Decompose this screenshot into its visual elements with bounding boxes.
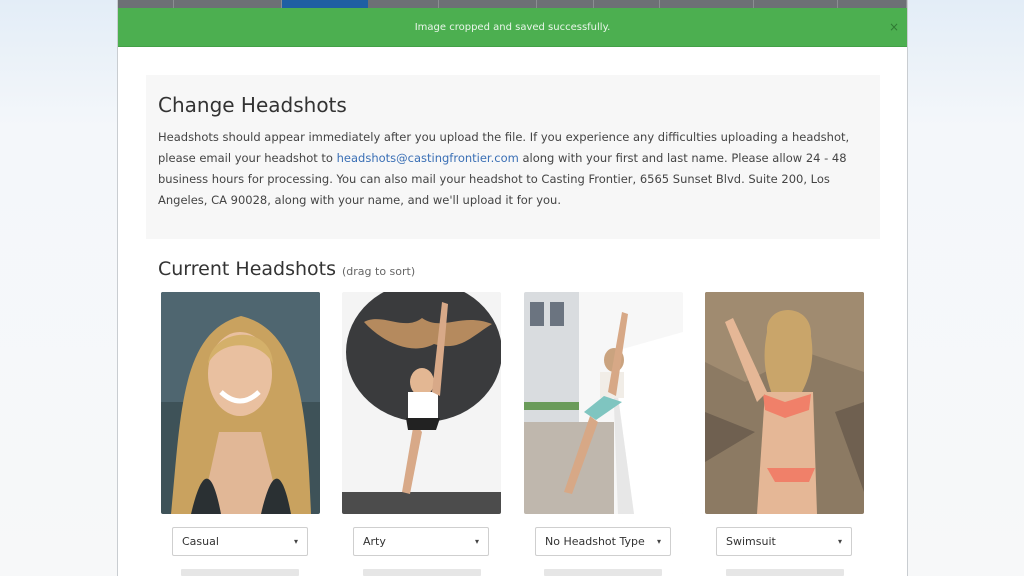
select-value: Arty <box>363 535 386 548</box>
nav-tab-8[interactable] <box>660 0 754 8</box>
nav-tab-2[interactable] <box>174 0 282 8</box>
headshot-action-buttons-2[interactable] <box>363 569 481 576</box>
headshot-card-2[interactable] <box>342 292 501 514</box>
headshot-type-select-4[interactable]: Swimsuit ▾ <box>716 527 852 556</box>
headshot-type-select-3[interactable]: No Headshot Type ▾ <box>535 527 671 556</box>
headshot-action-buttons-1[interactable] <box>181 569 299 576</box>
headshot-photo[interactable] <box>524 292 683 514</box>
headshot-card-4[interactable] <box>705 292 864 514</box>
chevron-down-icon: ▾ <box>837 537 842 546</box>
chevron-down-icon: ▾ <box>293 537 298 546</box>
chevron-down-icon: ▾ <box>656 537 661 546</box>
select-value: Casual <box>182 535 219 548</box>
select-value: Swimsuit <box>726 535 776 548</box>
nav-tab-6[interactable] <box>537 0 594 8</box>
close-icon[interactable]: × <box>889 20 899 34</box>
headshot-photo[interactable] <box>161 292 320 514</box>
app-window: Image cropped and saved successfully. × … <box>117 0 908 576</box>
headshot-type-select-1[interactable]: Casual ▾ <box>172 527 308 556</box>
headshot-card-3[interactable] <box>524 292 683 514</box>
nav-tab-1[interactable] <box>118 0 174 8</box>
nav-tab-7[interactable] <box>594 0 660 8</box>
headshot-action-buttons-3[interactable] <box>544 569 662 576</box>
chevron-down-icon: ▾ <box>474 537 479 546</box>
nav-tab-10[interactable] <box>838 0 907 8</box>
success-alert: Image cropped and saved successfully. × <box>118 8 907 47</box>
nav-tab-headshots[interactable] <box>282 0 368 8</box>
section-title: Current Headshots <box>158 258 336 280</box>
top-nav <box>118 0 907 8</box>
headshot-card-1[interactable] <box>161 292 320 514</box>
nav-tab-9[interactable] <box>754 0 838 8</box>
headshot-action-buttons-4[interactable] <box>726 569 844 576</box>
drag-hint: (drag to sort) <box>342 265 416 278</box>
nav-tab-4[interactable] <box>368 0 439 8</box>
select-value: No Headshot Type <box>545 535 645 548</box>
page-title: Change Headshots <box>158 93 347 117</box>
headshot-photo[interactable] <box>705 292 864 514</box>
instructions-text: Headshots should appear immediately afte… <box>158 127 868 211</box>
alert-message: Image cropped and saved successfully. <box>414 21 611 33</box>
nav-tab-5[interactable] <box>439 0 537 8</box>
headshot-photo[interactable] <box>342 292 501 514</box>
change-headshots-panel: Change Headshots Headshots should appear… <box>146 75 880 239</box>
email-link[interactable]: headshots@castingfrontier.com <box>337 151 519 165</box>
headshot-type-select-2[interactable]: Arty ▾ <box>353 527 489 556</box>
current-headshots-header: Current Headshots (drag to sort) <box>158 258 415 280</box>
